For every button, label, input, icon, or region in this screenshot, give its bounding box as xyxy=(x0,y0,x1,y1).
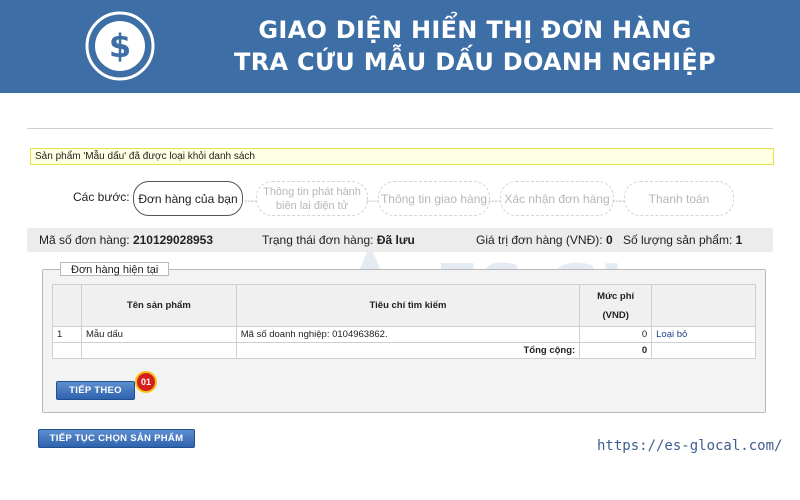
total-label: Tổng cộng: xyxy=(235,342,581,359)
steps-label: Các bước: xyxy=(73,190,130,204)
order-table: Tên sản phẩm Tiêu chí tìm kiếm Mức phí (V… xyxy=(52,284,756,359)
table-row: 1 Mẫu dấu Mã số doanh nghiệp: 0104963862… xyxy=(52,326,756,343)
row-criteria: Mã số doanh nghiệp: 0104963862. xyxy=(235,326,581,343)
step-confirm-order[interactable]: Xác nhận đơn hàng xyxy=(500,181,614,216)
header-banner: $ GIAO DIỆN HIỂN THỊ ĐƠN HÀNG TRA CỨU MẪ… xyxy=(0,0,800,93)
total-empty-cell xyxy=(651,342,756,359)
step-badge: 01 xyxy=(135,371,157,393)
order-id-label: Mã số đơn hàng: xyxy=(39,233,130,247)
remove-link[interactable]: Loại bỏ xyxy=(651,326,756,343)
step-label: Thông tin giao hàng xyxy=(380,191,488,206)
continue-shopping-button[interactable]: TIẾP TỤC CHỌN SẢN PHẨM xyxy=(38,429,195,448)
step-your-order[interactable]: Đơn hàng của bạn xyxy=(133,181,243,216)
row-index: 1 xyxy=(52,326,82,343)
notice-message: Sản phẩm 'Mẫu dấu' đã được loại khỏi dan… xyxy=(30,148,774,165)
total-value: 0 xyxy=(579,342,653,359)
column-criteria-header: Tiêu chí tìm kiếm xyxy=(235,284,581,327)
order-status-label: Trạng thái đơn hàng: xyxy=(262,233,374,247)
row-product: Mẫu dấu xyxy=(80,326,237,343)
order-id-field: Mã số đơn hàng: 210129028953 xyxy=(39,228,213,252)
table-header-row: Tên sản phẩm Tiêu chí tìm kiếm Mức phí (V… xyxy=(52,284,756,327)
row-fee: 0 xyxy=(579,326,653,343)
dollar-coin-logo-icon: $ xyxy=(85,11,155,81)
banner-title-line2: TRA CỨU MẪU DẤU DOANH NGHIỆP xyxy=(234,48,716,76)
column-fee-header: Mức phí (VND) xyxy=(579,284,653,327)
logo-glyph: $ xyxy=(109,27,131,65)
product-qty-field: Số lượng sản phẩm: 1 xyxy=(623,228,742,252)
product-qty-label: Số lượng sản phẩm: xyxy=(623,233,733,247)
step-invoice-info[interactable]: Thông tin phát hành biên lai điện tử xyxy=(256,181,368,216)
order-value-label: Giá trị đơn hàng (VNĐ): xyxy=(476,233,603,247)
divider xyxy=(27,128,773,129)
current-order-legend: Đơn hàng hiện tại xyxy=(60,262,170,276)
step-delivery-info[interactable]: Thông tin giao hàng xyxy=(378,181,490,216)
step-payment[interactable]: Thanh toán xyxy=(624,181,734,216)
order-info-bar: Mã số đơn hàng: 210129028953 Trạng thái … xyxy=(27,228,773,252)
banner-title: GIAO DIỆN HIỂN THỊ ĐƠN HÀNG TRA CỨU MẪU … xyxy=(175,14,775,78)
step-label: Thanh toán xyxy=(648,191,710,206)
total-empty-cell xyxy=(52,342,82,359)
banner-title-line1: GIAO DIỆN HIỂN THỊ ĐƠN HÀNG xyxy=(258,16,692,44)
website-url: https://es-glocal.com/ xyxy=(597,438,783,454)
total-row: Tổng cộng: 0 xyxy=(52,342,756,359)
step-label: Xác nhận đơn hàng xyxy=(504,191,610,206)
column-action-header xyxy=(651,284,756,327)
order-status-value: Đã lưu xyxy=(376,233,415,247)
order-value-field: Giá trị đơn hàng (VNĐ): 0 xyxy=(476,228,613,252)
column-product-header: Tên sản phẩm xyxy=(80,284,237,327)
order-id-value: 210129028953 xyxy=(132,233,214,247)
step-label: Đơn hàng của bạn xyxy=(138,191,238,206)
order-status-field: Trạng thái đơn hàng: Đã lưu xyxy=(262,228,415,252)
step-label: Thông tin phát hành biên lai điện tử xyxy=(263,185,361,212)
column-index-header xyxy=(52,284,82,327)
product-qty-value: 1 xyxy=(735,233,743,247)
fee-header-line1: Mức phí xyxy=(597,290,635,302)
order-value-value: 0 xyxy=(605,233,613,247)
fee-header-line2: (VND) xyxy=(602,309,629,321)
total-empty-cell xyxy=(80,342,237,359)
next-button[interactable]: TIẾP THEO xyxy=(56,381,135,400)
